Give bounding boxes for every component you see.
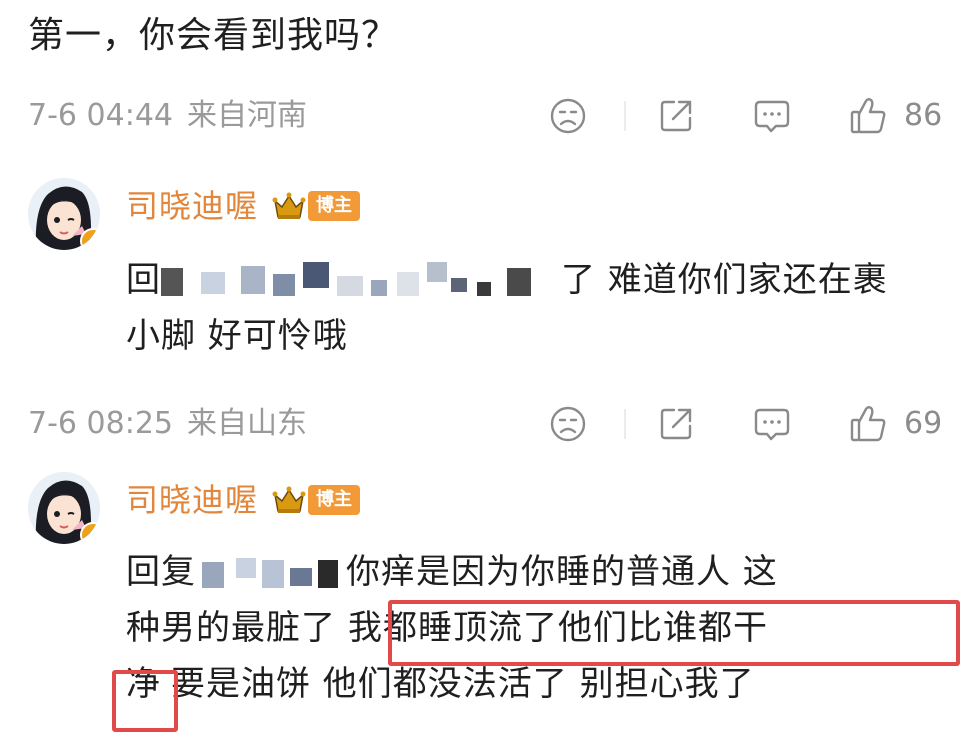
like-count: 86 <box>904 98 943 133</box>
reply-line: 回 了 难道你们家还在裹 <box>126 252 956 308</box>
comment-date: 7-6 04:44 <box>28 98 173 133</box>
censored-username <box>161 261 561 302</box>
weibo-comment-thread: 第一，你会看到我吗？ 7-6 04:44 来自河南 86 司晓迪喔 博主 回 了… <box>0 0 960 732</box>
divider <box>624 101 626 131</box>
share-icon <box>660 408 692 440</box>
username-link[interactable]: 司晓迪喔 <box>126 184 258 228</box>
reply-actions: 69 <box>546 402 948 446</box>
reply-line: 回复 你痒是因为你睡的普通人 这 <box>126 544 956 600</box>
comment-button[interactable] <box>750 402 794 446</box>
comment-text: 第一，你会看到我吗？ <box>28 15 399 56</box>
highlight-box <box>388 600 960 666</box>
reply-location: 来自山东 <box>187 406 307 441</box>
verified-badge-icon <box>80 522 100 544</box>
censored-username <box>196 554 346 594</box>
sad-face-icon <box>550 98 586 134</box>
username-row: 司晓迪喔 博主 <box>126 184 361 228</box>
comment-icon <box>754 100 790 133</box>
reply-item: 司晓迪喔 博主 回 了 难道你们家还在裹 小脚 好可怜哦 <box>28 178 948 378</box>
comment-icon <box>754 408 790 441</box>
reply-meta-row: 7-6 08:25 来自山东 69 <box>28 402 948 446</box>
like-button[interactable] <box>846 94 890 138</box>
reply-prefix: 回复 <box>126 552 196 592</box>
reply-text: 回 了 难道你们家还在裹 小脚 好可怜哦 <box>126 252 956 364</box>
like-count: 69 <box>904 406 943 441</box>
share-button[interactable] <box>654 402 698 446</box>
like-button[interactable] <box>846 402 890 446</box>
verified-badge-icon <box>80 228 100 250</box>
crown-icon <box>272 191 306 221</box>
reply-prefix: 回 <box>126 260 161 300</box>
reply-line: 小脚 好可怜哦 <box>126 316 348 356</box>
dislike-button[interactable] <box>546 94 590 138</box>
reply-text-segment: 要是油饼 他们都没法活了 别担心我了 <box>171 664 755 704</box>
reply-item: 司晓迪喔 博主 回复 你痒是因为你睡的普通人 这 种男的最脏了 我都睡顶流了他们… <box>28 472 960 732</box>
share-button[interactable] <box>654 94 698 138</box>
crown-icon <box>272 485 306 515</box>
username-row: 司晓迪喔 博主 <box>126 478 361 522</box>
reply-meta: 7-6 08:25 来自山东 <box>28 402 307 446</box>
comment-meta-row: 7-6 04:44 来自河南 86 <box>28 94 948 138</box>
divider <box>624 409 626 439</box>
reply-text-segment: 了 难道你们家还在裹 <box>561 260 888 300</box>
thumbs-up-icon <box>850 406 886 442</box>
comment-button[interactable] <box>750 94 794 138</box>
blogger-badge: 博主 <box>308 191 361 221</box>
sad-face-icon <box>550 406 586 442</box>
blogger-badge: 博主 <box>308 485 361 515</box>
dislike-button[interactable] <box>546 402 590 446</box>
comment-location: 来自河南 <box>187 98 307 133</box>
reply-text-segment: 你痒是因为你睡的普通人 这 <box>346 552 778 592</box>
reply-date: 7-6 08:25 <box>28 406 173 441</box>
thumbs-up-icon <box>850 98 886 134</box>
highlight-box <box>112 670 178 732</box>
comment-meta: 7-6 04:44 来自河南 <box>28 94 307 138</box>
username-link[interactable]: 司晓迪喔 <box>126 478 258 522</box>
share-icon <box>660 100 692 132</box>
comment-actions: 86 <box>546 94 948 138</box>
avatar[interactable] <box>28 178 100 250</box>
avatar[interactable] <box>28 472 100 544</box>
reply-text-segment: 种男的最脏了 <box>126 608 336 648</box>
